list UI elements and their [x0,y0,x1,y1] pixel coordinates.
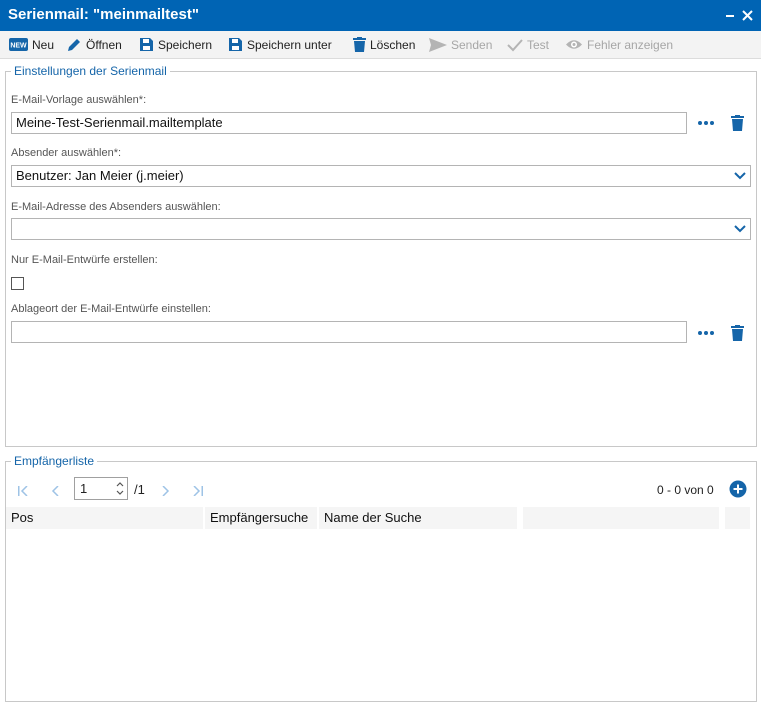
title-bar: Serienmail: "meinmailtest" [0,0,761,31]
floppy-disk-icon [229,38,242,51]
previous-page-button[interactable] [51,485,61,499]
drafts-location-label: Ablageort der E-Mail-Entwürfe einstellen… [11,303,211,315]
open-label: Öffnen [86,37,122,52]
next-page-button[interactable] [160,485,170,499]
sender-email-label: E-Mail-Adresse des Absenders auswählen: [11,201,221,213]
save-as-button[interactable]: Speichern unter [228,31,332,58]
floppy-disk-icon [140,38,153,51]
trash-icon [731,115,744,131]
open-button[interactable]: Öffnen [66,31,122,58]
browse-location-button[interactable] [697,326,715,343]
template-input[interactable]: Meine-Test-Serienmail.mailtemplate [11,112,687,134]
save-button[interactable]: Speichern [139,31,212,58]
drafts-location-input[interactable] [11,321,687,343]
show-errors-label: Fehler anzeigen [587,37,674,52]
test-label: Test [527,37,550,52]
plus-circle-icon [729,480,747,498]
show-errors-button[interactable]: Fehler anzeigen [565,31,673,58]
drafts-only-label: Nur E-Mail-Entwürfe erstellen: [11,254,158,266]
minimize-button[interactable] [722,5,738,25]
trash-icon [731,325,744,341]
first-page-button[interactable] [17,485,31,499]
first-page-icon [18,485,28,497]
close-button[interactable] [740,5,756,25]
record-range-text: 0 - 0 von 0 [657,483,714,497]
send-label: Senden [451,37,493,52]
recipients-legend: Empfängerliste [14,454,95,468]
chevron-right-icon [162,485,170,497]
chevron-down-icon [734,172,746,180]
spinner-arrows-icon[interactable] [115,480,125,497]
close-icon [742,10,753,21]
minimize-icon [726,15,734,17]
column-header-recipient-search[interactable]: Empfängersuche [205,507,317,529]
checkmark-icon [507,38,523,51]
more-dots-icon [698,331,714,335]
column-header-pos[interactable]: Pos [6,507,203,529]
sender-select[interactable]: Benutzer: Jan Meier (j.meier) [11,165,751,187]
last-page-button[interactable] [190,485,204,499]
delete-button[interactable]: Löschen [353,31,415,58]
column-header-search-name[interactable]: Name der Suche [319,507,517,529]
column-header-empty[interactable] [523,507,719,529]
svg-text:NEW: NEW [10,43,27,50]
more-dots-icon [698,121,714,125]
page-number-value: 1 [80,481,88,496]
window-title: Serienmail: "meinmailtest" [8,6,199,23]
sender-label: Absender auswählen*: [11,147,122,159]
clear-location-button[interactable] [731,325,744,344]
sender-email-select[interactable] [11,218,751,240]
save-as-label: Speichern unter [247,37,332,52]
send-button[interactable]: Senden [429,31,492,58]
chevron-down-icon [734,225,746,233]
eye-icon [566,40,582,49]
send-icon [429,37,447,52]
page-total: /1 [134,482,145,497]
drafts-only-checkbox[interactable] [11,277,24,290]
new-icon: NEW [9,38,28,51]
browse-template-button[interactable] [697,116,715,133]
delete-label: Löschen [370,37,416,52]
column-header-extra[interactable] [725,507,750,529]
save-label: Speichern [158,37,213,52]
last-page-icon [193,485,203,497]
new-button[interactable]: NEW Neu [9,31,54,58]
page-number-input[interactable]: 1 [74,477,128,500]
add-recipient-button[interactable] [729,480,747,501]
sender-value: Benutzer: Jan Meier (j.meier) [16,168,184,183]
pencil-icon [68,38,80,51]
clear-template-button[interactable] [731,115,744,134]
toolbar: NEW Neu Öffnen Speichern Speichern unter [0,31,761,59]
test-button[interactable]: Test [507,31,549,58]
new-label: Neu [32,37,55,52]
template-label: E-Mail-Vorlage auswählen*: [11,94,147,106]
chevron-left-icon [51,485,59,497]
trash-icon [353,37,366,52]
settings-legend: Einstellungen der Serienmail [14,64,167,78]
